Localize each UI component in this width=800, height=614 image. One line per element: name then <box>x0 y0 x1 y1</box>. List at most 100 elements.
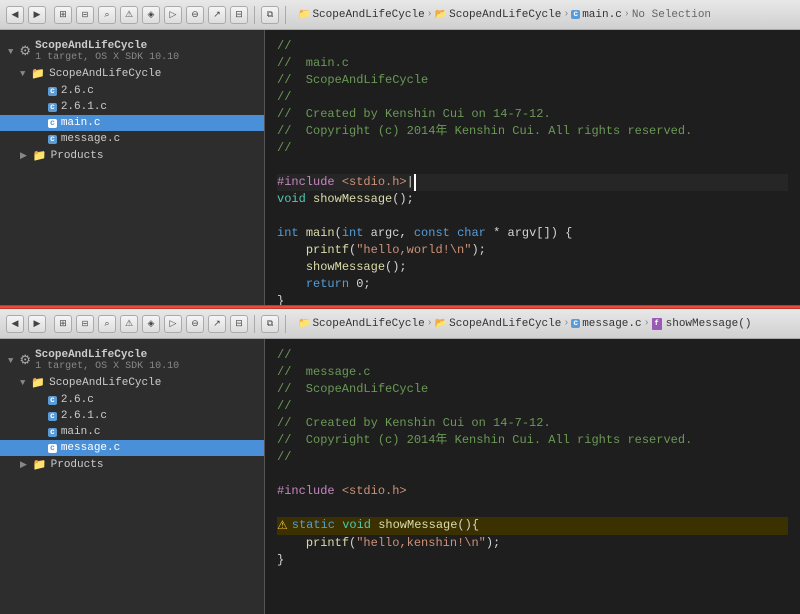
project-title: ScopeAndLifeCycle <box>35 40 179 52</box>
breadcrumb-folder[interactable]: 📂 ScopeAndLifeCycle <box>435 9 562 21</box>
sidebar-project-header-2: ▼ ⚙ ScopeAndLifeCycle 1 target, OS X SDK… <box>0 343 264 374</box>
breadcrumb-file-2-label: message.c <box>582 318 641 330</box>
sep-2: › <box>563 9 569 20</box>
code-void-kw: void <box>277 191 313 208</box>
pane-2: ◀ ▶ ⊞ ⊟ ⌕ ⚠ ◈ ▷ ⊖ ↗ ⊟ ⧉ 📁 ScopeAndLifeCy… <box>0 309 800 614</box>
sidebar-item-2_6_1[interactable]: c 2.6.1.c <box>0 99 264 115</box>
sidebar-item-products-2[interactable]: ▶ 📁 Products <box>0 456 264 474</box>
btn-2-3[interactable]: ⌕ <box>98 315 116 333</box>
code2-line-12: printf("hello,kenshin!\n"); <box>277 535 788 552</box>
sidebar-folder-2-label: ScopeAndLifeCycle <box>49 377 161 389</box>
sidebar-item-message[interactable]: c message.c <box>0 131 264 147</box>
sidebar-item-2_6-2[interactable]: c 2.6.c <box>0 392 264 408</box>
sidebar-item-main[interactable]: c main.c <box>0 115 264 131</box>
sidebar-main-2-label: main.c <box>61 426 101 438</box>
breadcrumb-file-label: main.c <box>582 9 622 21</box>
code2-include-kw: #include <box>277 483 342 500</box>
breadcrumb-func[interactable]: f showMessage() <box>652 318 752 330</box>
sidebar-2_6_1-2-label: 2.6.1.c <box>61 410 107 422</box>
btn-8[interactable]: ↗ <box>208 6 226 24</box>
sidebar-item-products[interactable]: ▶ 📁 Products <box>0 147 264 165</box>
btn-4[interactable]: ⚠ <box>120 6 138 24</box>
nav-fwd-btn[interactable]: ▶ <box>28 6 46 24</box>
separator-2-1 <box>254 315 255 333</box>
code-line-10: void showMessage(); <box>277 191 788 208</box>
code-line-4-text: // <box>277 89 291 106</box>
split-btn[interactable]: ⧉ <box>261 6 279 24</box>
disclosure-folder: ▼ <box>20 69 25 79</box>
editor-mode-btn[interactable]: ⊟ <box>230 6 248 24</box>
disclosure-root-2[interactable]: ▼ <box>8 356 13 366</box>
code2-line-5: // Created by Kenshin Cui on 14-7-12. <box>277 415 788 432</box>
sidebar-item-2_6_1-2[interactable]: c 2.6.1.c <box>0 408 264 424</box>
code-func-name: showMessage <box>313 191 392 208</box>
sidebar-item-folder-2[interactable]: ▼ 📁 ScopeAndLifeCycle <box>0 374 264 392</box>
code-line-7-text: // <box>277 140 291 157</box>
sidebar-item-message-2[interactable]: c message.c <box>0 440 264 456</box>
app-window: ◀ ▶ ⊞ ⊟ ⌕ ⚠ ◈ ▷ ⊖ ↗ ⊟ ⧉ 📁 ScopeAndLifeCy… <box>0 0 800 614</box>
disclosure-folder-2: ▼ <box>20 378 25 388</box>
nav-back-btn-2[interactable]: ◀ <box>6 315 24 333</box>
split-btn-2[interactable]: ⧉ <box>261 315 279 333</box>
c-icon-4: c <box>48 135 57 144</box>
code-line-9: #include <stdio.h>| <box>277 174 788 191</box>
c-icon-2: c <box>48 103 57 112</box>
xcode-icon: ⚙ <box>19 44 31 59</box>
sep-3: › <box>624 9 630 20</box>
breadcrumb-file-2[interactable]: c message.c <box>571 318 641 330</box>
c-file-icon-2: c <box>571 319 580 328</box>
btn-2-1[interactable]: ⊞ <box>54 315 72 333</box>
breadcrumb-selection[interactable]: No Selection <box>632 9 711 21</box>
breadcrumb-folder-2[interactable]: 📂 ScopeAndLifeCycle <box>435 318 562 330</box>
sep-2-2: › <box>563 318 569 329</box>
btn-2[interactable]: ⊟ <box>76 6 94 24</box>
code-editor-2[interactable]: // // message.c // ScopeAndLifeCycle // … <box>265 339 800 614</box>
breadcrumb-file[interactable]: c main.c <box>571 9 621 21</box>
breadcrumb-project[interactable]: 📁 ScopeAndLifeCycle <box>298 9 425 21</box>
no-selection-label: No Selection <box>632 9 711 21</box>
sidebar-message-2-label: message.c <box>61 442 120 454</box>
btn-2-4[interactable]: ⚠ <box>120 315 138 333</box>
c-icon-3: c <box>48 119 57 128</box>
editor-mode-btn-2[interactable]: ⊟ <box>230 315 248 333</box>
code-editor-1[interactable]: // // main.c // ScopeAndLifeCycle // // … <box>265 30 800 305</box>
code-line-6: // Copyright (c) 2014年 Kenshin Cui. All … <box>277 123 788 140</box>
btn-7[interactable]: ⊖ <box>186 6 204 24</box>
btn-1[interactable]: ⊞ <box>54 6 72 24</box>
sidebar-2_6_1-label: 2.6.1.c <box>61 101 107 113</box>
code-line-8 <box>277 157 788 174</box>
btn-2-5[interactable]: ◈ <box>142 315 160 333</box>
btn-2-6[interactable]: ▷ <box>164 315 182 333</box>
disclosure-root[interactable]: ▼ <box>8 47 13 57</box>
disclosure-products-2: ▶ <box>20 460 27 470</box>
folder-icon-2: 📁 <box>33 149 47 163</box>
breadcrumb-func-label: showMessage() <box>666 318 752 330</box>
sidebar-item-2_6[interactable]: c 2.6.c <box>0 83 264 99</box>
nav-fwd-btn-2[interactable]: ▶ <box>28 315 46 333</box>
code2-line-6: // Copyright (c) 2014年 Kenshin Cui. All … <box>277 432 788 449</box>
btn-2-7[interactable]: ⊖ <box>186 315 204 333</box>
code-line-13: printf("hello,world!\n"); <box>277 242 788 259</box>
project-icon-2: 📁 <box>298 318 310 330</box>
btn-6[interactable]: ▷ <box>164 6 182 24</box>
code2-line-10 <box>277 500 788 517</box>
breadcrumb-project-2[interactable]: 📁 ScopeAndLifeCycle <box>298 318 425 330</box>
c-icon-1: c <box>48 87 57 96</box>
btn-2-8[interactable]: ↗ <box>208 315 226 333</box>
btn-2-2[interactable]: ⊟ <box>76 315 94 333</box>
nav-back-btn[interactable]: ◀ <box>6 6 24 24</box>
code2-line-1: // <box>277 347 788 364</box>
btn-3[interactable]: ⌕ <box>98 6 116 24</box>
btn-5[interactable]: ◈ <box>142 6 160 24</box>
code-main-params: ( <box>335 225 342 242</box>
code-line-4: // <box>277 89 788 106</box>
project-icon: 📁 <box>298 9 310 21</box>
code-int-kw: int <box>277 225 306 242</box>
code2-line-4-text: // <box>277 398 291 415</box>
xcode-icon-2: ⚙ <box>19 353 31 368</box>
func-icon: f <box>652 318 662 330</box>
sidebar-products-label: Products <box>51 150 104 162</box>
sidebar-item-main-2[interactable]: c main.c <box>0 424 264 440</box>
sidebar-item-folder[interactable]: ▼ 📁 ScopeAndLifeCycle <box>0 65 264 83</box>
separator-2 <box>285 6 286 24</box>
